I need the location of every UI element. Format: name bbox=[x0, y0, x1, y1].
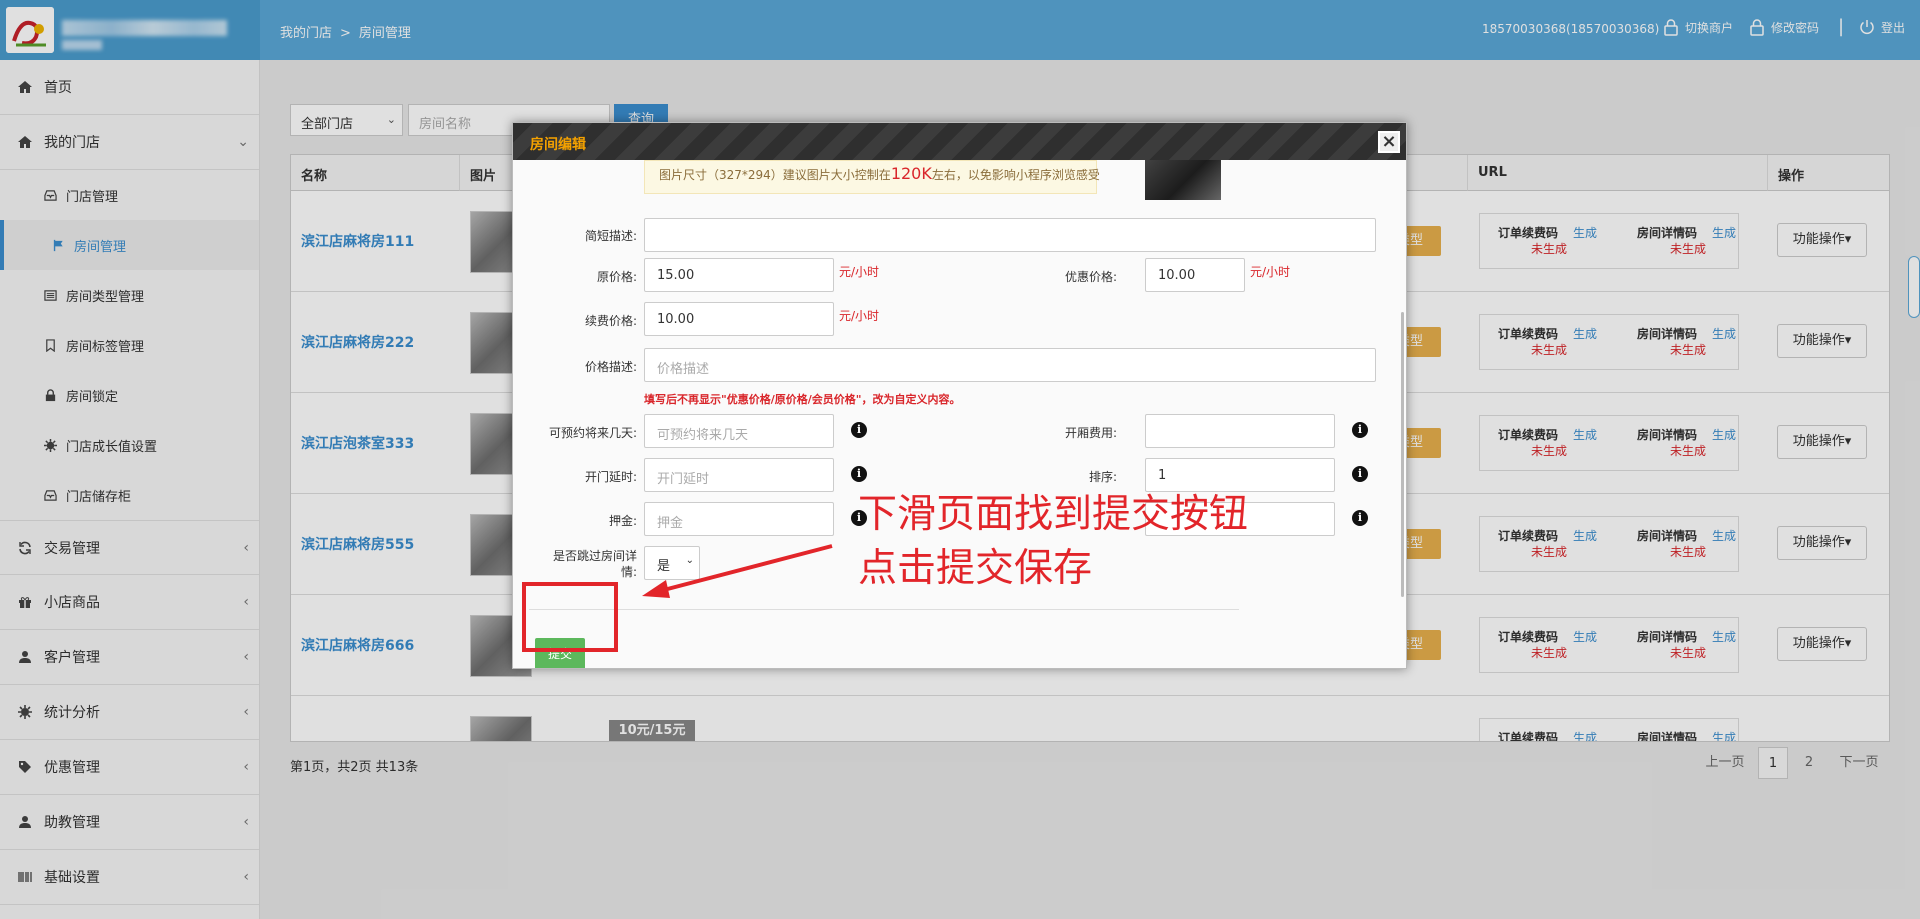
discount-price-input[interactable]: 10.00 bbox=[1145, 258, 1245, 292]
annotation-line-2: 点击提交保存 bbox=[858, 546, 1093, 591]
annotation-arrow-icon bbox=[642, 544, 833, 598]
sort-label: 排序: bbox=[1088, 470, 1117, 484]
book-days-label: 可预约将来几天: bbox=[548, 426, 637, 440]
deposit-input[interactable]: 押金 bbox=[644, 502, 834, 536]
open-delay-label: 开门延时: bbox=[584, 470, 637, 484]
renew-price-label: 续费价格: bbox=[584, 314, 637, 328]
price-unit: 元/小时 bbox=[1250, 265, 1291, 279]
tip-prefix: 图片尺寸（327*294）建议图片大小控制在 bbox=[659, 168, 891, 182]
skip-detail-label: 是否跳过房间详 情: bbox=[523, 548, 637, 580]
annotation-text: 下滑页面找到提交按钮 点击提交保存 bbox=[858, 488, 1248, 596]
discount-price-label: 优惠价格: bbox=[1064, 270, 1117, 284]
original-price-input[interactable]: 15.00 bbox=[644, 258, 834, 292]
price-unit: 元/小时 bbox=[839, 265, 880, 279]
modal-title: 房间编辑 bbox=[530, 137, 586, 153]
book-days-input[interactable]: 可预约将来几天 bbox=[644, 414, 834, 448]
short-desc-label: 简短描述: bbox=[584, 229, 637, 243]
modal-header: 房间编辑 × bbox=[513, 123, 1406, 160]
renew-price-input[interactable]: 10.00 bbox=[644, 302, 834, 336]
info-icon[interactable]: i bbox=[1352, 422, 1368, 438]
tip-size: 120K bbox=[890, 164, 932, 183]
short-desc-input[interactable] bbox=[644, 218, 1376, 252]
annotation-line-1: 下滑页面找到提交按钮 bbox=[858, 492, 1249, 537]
open-delay-input[interactable]: 开门延时 bbox=[644, 458, 834, 492]
original-price-label: 原价格: bbox=[596, 270, 637, 284]
price-desc-label: 价格描述: bbox=[584, 360, 637, 374]
annotation-highlight-box bbox=[522, 582, 618, 652]
info-icon[interactable]: i bbox=[851, 466, 867, 482]
price-unit: 元/小时 bbox=[839, 309, 880, 323]
form-divider bbox=[529, 609, 1239, 610]
deposit-label: 押金: bbox=[608, 514, 637, 528]
close-icon[interactable]: × bbox=[1378, 131, 1400, 153]
price-desc-input[interactable]: 价格描述 bbox=[644, 348, 1376, 382]
open-fee-input[interactable] bbox=[1145, 414, 1335, 448]
image-size-tip: 图片尺寸（327*294）建议图片大小控制在120K左右，以免影响小程序浏览感受 bbox=[644, 160, 1100, 194]
room-image-preview[interactable] bbox=[1145, 160, 1221, 200]
info-icon[interactable]: i bbox=[1352, 466, 1368, 482]
tip-suffix: 左右，以免影响小程序浏览感受 bbox=[931, 168, 1100, 182]
skip-detail-label-line1: 是否跳过房间详 bbox=[552, 549, 637, 563]
open-fee-label: 开厢费用: bbox=[1064, 426, 1117, 440]
price-desc-help: 填写后不再显示"优惠价格/原价格/会员价格"，改为自定义内容。 bbox=[644, 393, 961, 406]
info-icon[interactable]: i bbox=[851, 422, 867, 438]
info-icon[interactable]: i bbox=[1352, 510, 1368, 526]
sort-input[interactable]: 1 bbox=[1145, 458, 1335, 492]
skip-detail-label-line2: 情: bbox=[620, 565, 637, 579]
modal-scrollbar[interactable] bbox=[1401, 312, 1404, 597]
